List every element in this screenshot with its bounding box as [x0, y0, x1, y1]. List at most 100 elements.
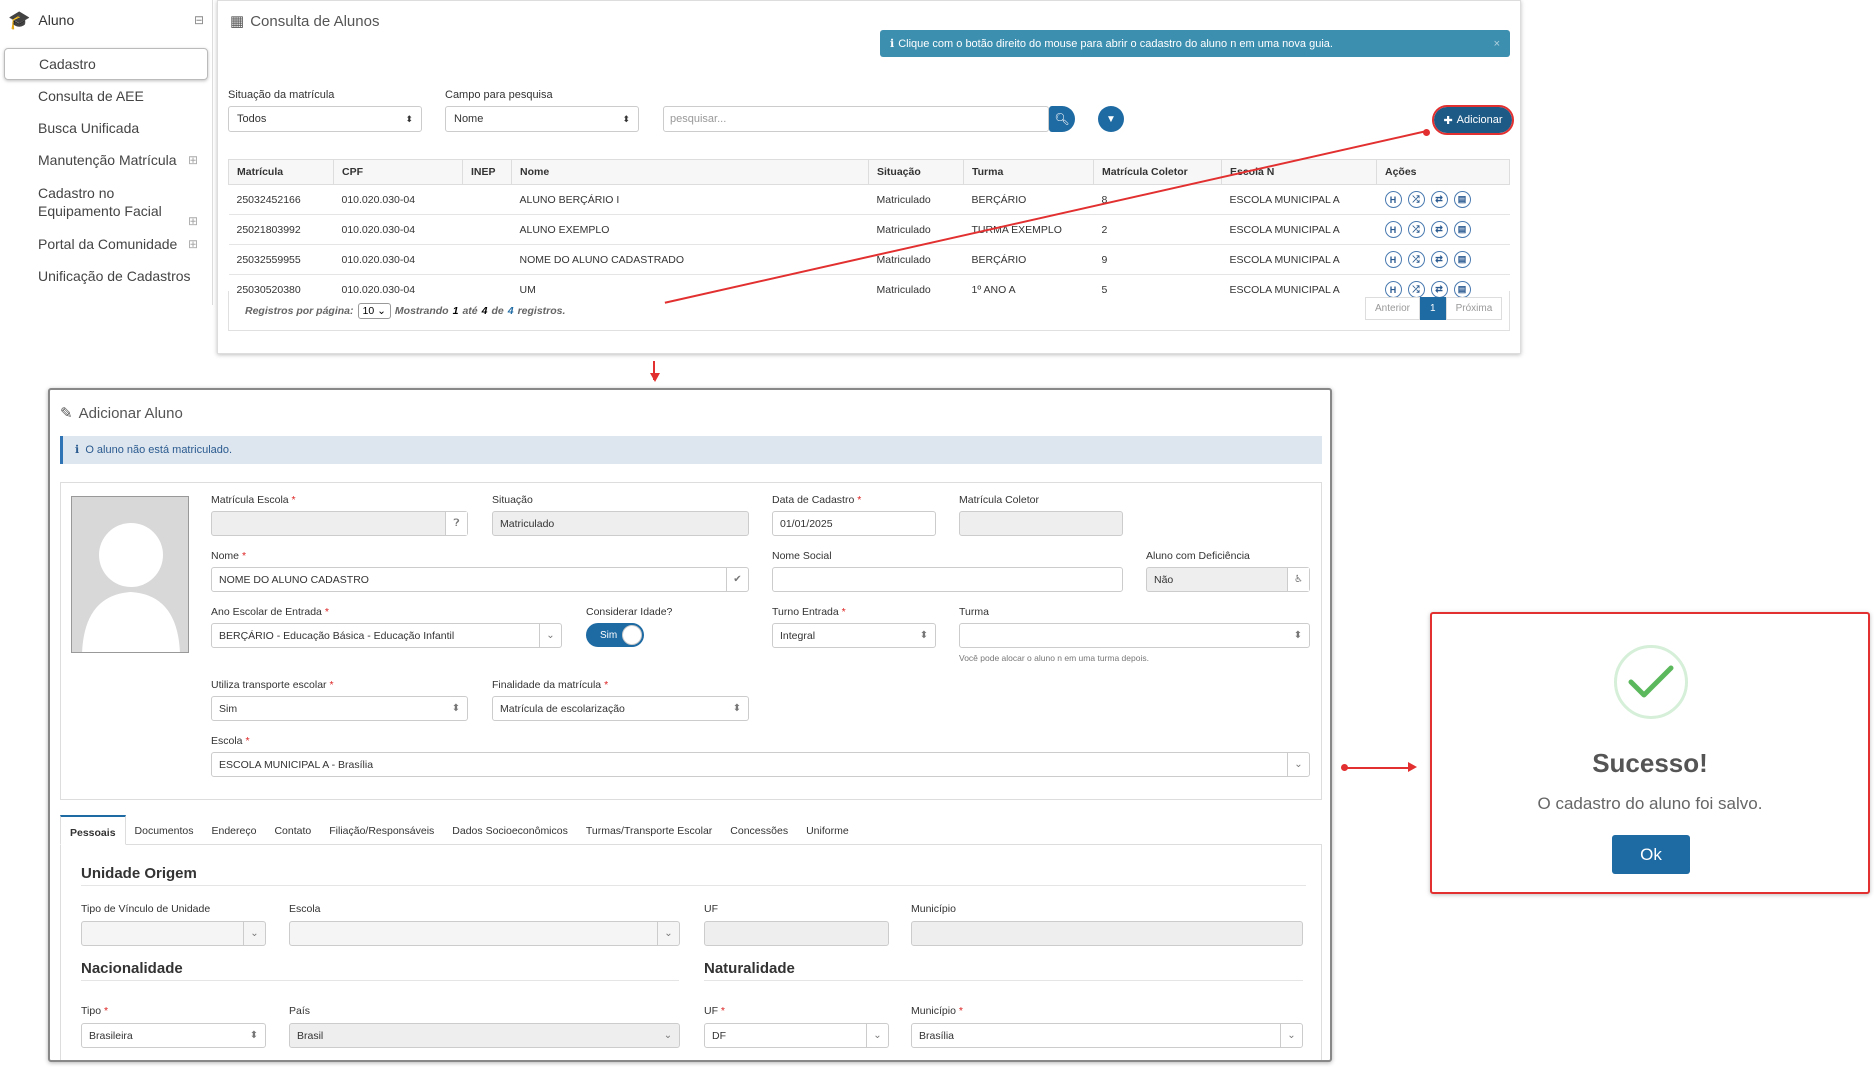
escola-label: Escola *	[211, 735, 250, 747]
tab-concessoes[interactable]: Concessões	[721, 815, 797, 844]
table-row[interactable]: 25021803992 010.020.030-04 ALUNO EXEMPLO…	[228, 214, 1510, 245]
history-icon[interactable]: H	[1384, 221, 1402, 238]
tipo-vinculo-label: Tipo de Vínculo de Unidade	[81, 903, 211, 915]
document-icon[interactable]: ▤	[1453, 221, 1471, 238]
nacionalidade-heading: Nacionalidade	[81, 960, 679, 981]
document-icon[interactable]: ▤	[1453, 251, 1471, 268]
document-icon[interactable]: ▤	[1453, 191, 1471, 208]
uf-nat-value: DF	[712, 1029, 726, 1042]
cell-nome: NOME DO ALUNO CADASTRADO	[511, 244, 869, 275]
tab-pessoais[interactable]: Pessoais	[60, 815, 126, 845]
table-header-row: Matrícula CPF INEP Nome Situação Turma M…	[228, 159, 1510, 185]
sidebar-item-cadastro[interactable]: Cadastro	[4, 48, 208, 80]
ano-select[interactable]: BERÇÁRIO - Educação Básica - Educação In…	[211, 623, 562, 648]
uf-origem-field	[704, 921, 889, 946]
sidebar-item-manutencao-matricula[interactable]: Manutenção Matrícula ⊞	[0, 144, 212, 176]
cell-acoes: H ⤮ ⇄ ▤	[1376, 184, 1510, 215]
sidebar-item-busca-unificada[interactable]: Busca Unificada	[0, 112, 212, 144]
municipio-origem-field	[911, 921, 1303, 946]
col-nome[interactable]: Nome	[511, 159, 869, 185]
transfer-icon[interactable]: ⇄	[1430, 191, 1448, 208]
help-icon[interactable]: ❓︎	[445, 512, 467, 535]
turma-select[interactable]: ⬍	[959, 623, 1310, 648]
add-button[interactable]: ✚ Adicionar	[1432, 105, 1514, 135]
tipo-nac-label: Tipo *	[81, 1005, 109, 1017]
pager-current[interactable]: 1	[1420, 297, 1446, 320]
pager-prev[interactable]: Anterior	[1365, 297, 1421, 320]
nome-label: Nome *	[211, 550, 247, 562]
nome-field[interactable]: NOME DO ALUNO CADASTRO ✔	[211, 567, 749, 592]
info-alert-text: Clique com o botão direito do mouse para…	[898, 37, 1333, 50]
col-situacao[interactable]: Situação	[868, 159, 964, 185]
sidebar-item-portal-comunidade[interactable]: Portal da Comunidade ⊞	[0, 228, 212, 260]
history-icon[interactable]: H	[1384, 191, 1402, 208]
shuffle-icon[interactable]: ⤮	[1407, 221, 1425, 238]
per-page-select[interactable]: 10 ⌄	[357, 302, 391, 319]
col-matricula[interactable]: Matrícula	[228, 159, 334, 185]
cell-escola: ESCOLA MUNICIPAL A	[1221, 214, 1377, 245]
transfer-icon[interactable]: ⇄	[1430, 221, 1448, 238]
tab-uniforme[interactable]: Uniforme	[797, 815, 858, 844]
idade-toggle[interactable]: Sim	[586, 623, 644, 647]
pager-next[interactable]: Próxima	[1445, 297, 1503, 320]
close-icon[interactable]: ×	[1494, 38, 1500, 50]
sidebar-item-label: Manutenção Matrícula	[38, 152, 177, 168]
student-main-fields: Matrícula Escola * ❓︎ Situação Matricula…	[60, 482, 1322, 800]
tipo-vinculo-select[interactable]: ⌄	[81, 921, 266, 946]
history-icon[interactable]: H	[1384, 251, 1402, 268]
tab-endereco[interactable]: Endereço	[203, 815, 266, 844]
shuffle-icon[interactable]: ⤮	[1407, 251, 1425, 268]
tipo-nac-select[interactable]: Brasileira ⬍	[81, 1023, 266, 1048]
cell-coletor: 9	[1093, 244, 1222, 275]
transporte-select[interactable]: Sim ⬍	[211, 696, 468, 721]
col-cpf[interactable]: CPF	[333, 159, 463, 185]
uf-nat-select[interactable]: DF ⌄	[704, 1023, 889, 1048]
sidebar-item-equipamento-facial[interactable]: Cadastro no Equipamento Facial ⊞	[0, 176, 212, 228]
col-inep[interactable]: INEP	[462, 159, 512, 185]
col-turma[interactable]: Turma	[963, 159, 1094, 185]
table-row[interactable]: 25032452166 010.020.030-04 ALUNO BERÇÁRI…	[228, 184, 1510, 215]
sidebar: 🎓 Aluno ⊟ Cadastro Consulta de AEE Busca…	[0, 0, 213, 305]
turno-select[interactable]: Integral ⬍	[772, 623, 936, 648]
pais-select[interactable]: Brasil ⌄	[289, 1023, 680, 1048]
expand-icon[interactable]: ⊞	[188, 153, 198, 167]
search-button[interactable]: 🔍︎	[1049, 106, 1075, 132]
sidebar-item-consulta-aee[interactable]: Consulta de AEE	[0, 80, 212, 112]
escola-select[interactable]: ESCOLA MUNICIPAL A - Brasília ⌄	[211, 752, 1310, 777]
table-row[interactable]: 25032559955 010.020.030-04 NOME DO ALUNO…	[228, 244, 1510, 275]
tab-documentos[interactable]: Documentos	[126, 815, 203, 844]
campo-select[interactable]: Nome ⬍	[445, 106, 639, 132]
tab-dados-socioeconomicos[interactable]: Dados Socioeconômicos	[443, 815, 577, 844]
updown-icon: ⬍	[622, 113, 630, 124]
cell-inep	[462, 214, 512, 245]
student-photo[interactable]	[71, 496, 189, 653]
finalidade-select[interactable]: Matrícula de escolarização ⬍	[492, 696, 749, 721]
nome-social-field[interactable]	[772, 567, 1123, 592]
deficiencia-field[interactable]: Não ♿︎	[1146, 567, 1310, 592]
expand-icon[interactable]: ⊞	[188, 237, 198, 251]
tab-filiacao[interactable]: Filiação/Responsáveis	[320, 815, 443, 844]
matricula-escola-field[interactable]: ❓︎	[211, 511, 468, 536]
shuffle-icon[interactable]: ⤮	[1407, 191, 1425, 208]
escola-origem-select[interactable]: ⌄	[289, 921, 680, 946]
filter-icon: ▼	[1106, 113, 1116, 125]
expand-icon[interactable]: ⊞	[188, 212, 198, 230]
situacao-select[interactable]: Todos ⬍	[228, 106, 422, 132]
tab-contato[interactable]: Contato	[265, 815, 320, 844]
data-cadastro-field[interactable]: 01/01/2025	[772, 511, 936, 536]
municipio-nat-label-text: Município	[911, 1005, 956, 1017]
transfer-icon[interactable]: ⇄	[1430, 251, 1448, 268]
sidebar-header[interactable]: 🎓 Aluno ⊟	[0, 0, 212, 40]
chevron-down-icon: ⌄	[539, 624, 561, 647]
turma-hint: Você pode alocar o aluno n em uma turma …	[959, 653, 1149, 663]
search-input[interactable]: pesquisar...	[663, 106, 1049, 132]
collapse-icon[interactable]: ⊟	[194, 13, 204, 27]
tab-turmas-transporte[interactable]: Turmas/Transporte Escolar	[577, 815, 721, 844]
tipo-nac-value: Brasileira	[89, 1029, 133, 1042]
filter-button[interactable]: ▼	[1098, 106, 1124, 132]
students-table: Matrícula CPF INEP Nome Situação Turma M…	[228, 159, 1510, 304]
sidebar-item-unificacao-cadastros[interactable]: Unificação de Cadastros	[0, 260, 212, 292]
idade-label: Considerar Idade?	[586, 606, 673, 618]
municipio-nat-select[interactable]: Brasília ⌄	[911, 1023, 1303, 1048]
ok-button[interactable]: Ok	[1612, 835, 1690, 874]
